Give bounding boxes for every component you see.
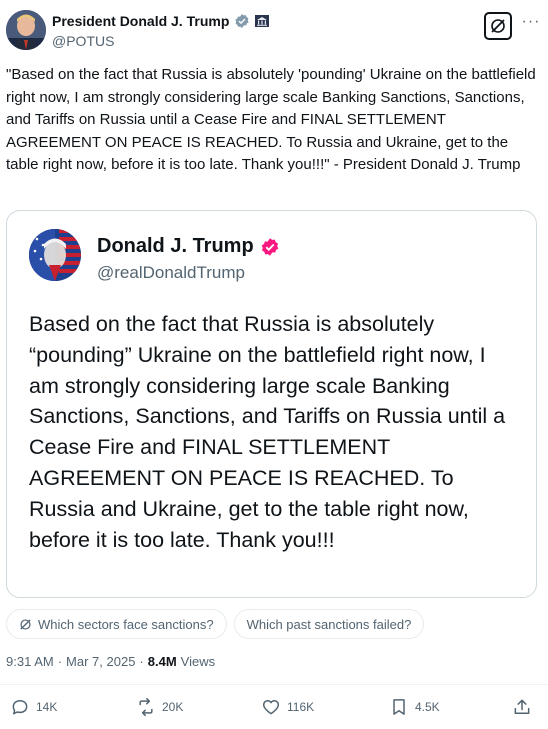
reply-button[interactable]: 14K	[10, 697, 57, 717]
author-name-row: President Donald J. Trump	[52, 13, 270, 29]
quoted-post-text: Based on the fact that Russia is absolut…	[29, 312, 506, 552]
share-button[interactable]	[512, 697, 532, 717]
post-meta: 9:31 AM · Mar 7, 2025 · 8.4M Views	[6, 654, 215, 669]
grok-icon	[491, 19, 505, 33]
bookmark-icon	[393, 699, 405, 715]
author-display-name[interactable]: President Donald J. Trump	[52, 13, 229, 29]
author-handle[interactable]: @POTUS	[52, 33, 114, 49]
quoted-author-display-name[interactable]: Donald J. Trump	[97, 235, 254, 258]
quoted-author-avatar[interactable]	[29, 229, 81, 281]
post-date[interactable]: Mar 7, 2025	[66, 654, 135, 669]
suggestion-label: Which sectors face sanctions?	[38, 616, 214, 632]
heart-icon	[262, 700, 280, 715]
tweet-text: "Based on the fact that Russia is absolu…	[6, 66, 536, 173]
quoted-post-card[interactable]: Donald J. Trump @realDonaldTrump Based o…	[6, 210, 537, 598]
verified-check-icon	[235, 14, 250, 28]
meta-separator: ·	[57, 654, 63, 669]
repost-icon	[139, 697, 153, 717]
grok-suggestions: Which sectors face sanctions? Which past…	[6, 609, 425, 639]
divider	[0, 684, 548, 685]
share-icon	[514, 699, 530, 714]
bookmark-count: 4.5K	[415, 700, 440, 714]
suggestion-chip-sectors[interactable]: Which sectors face sanctions?	[6, 609, 227, 639]
action-bar: 14K 20K 116K 4.5K	[6, 697, 536, 721]
reply-count: 14K	[36, 700, 58, 714]
bookmark-button[interactable]: 4.5K	[389, 697, 440, 717]
quoted-author-handle[interactable]: @realDonaldTrump	[97, 263, 245, 283]
post-time[interactable]: 9:31 AM	[6, 654, 54, 669]
government-building-icon	[255, 15, 270, 27]
repost-count: 20K	[162, 700, 184, 714]
reply-icon	[12, 700, 28, 715]
repost-button[interactable]: 20K	[136, 697, 183, 717]
grok-icon	[20, 618, 31, 630]
verified-check-icon	[261, 237, 279, 256]
meta-separator: ·	[139, 654, 144, 669]
grok-button[interactable]	[484, 12, 512, 40]
like-button[interactable]: 116K	[261, 697, 314, 717]
tweet-header: President Donald J. Trump @POTUS ···	[6, 8, 542, 52]
author-avatar[interactable]	[6, 10, 46, 50]
like-count: 116K	[287, 700, 315, 714]
suggestion-chip-past-sanctions[interactable]: Which past sanctions failed?	[233, 609, 425, 639]
views-count: 8.4M	[147, 654, 177, 669]
views-label: Views	[180, 654, 216, 669]
suggestion-label: Which past sanctions failed?	[246, 616, 412, 632]
quoted-author-name-row: Donald J. Trump	[97, 235, 280, 258]
more-options-icon[interactable]: ···	[520, 14, 542, 36]
